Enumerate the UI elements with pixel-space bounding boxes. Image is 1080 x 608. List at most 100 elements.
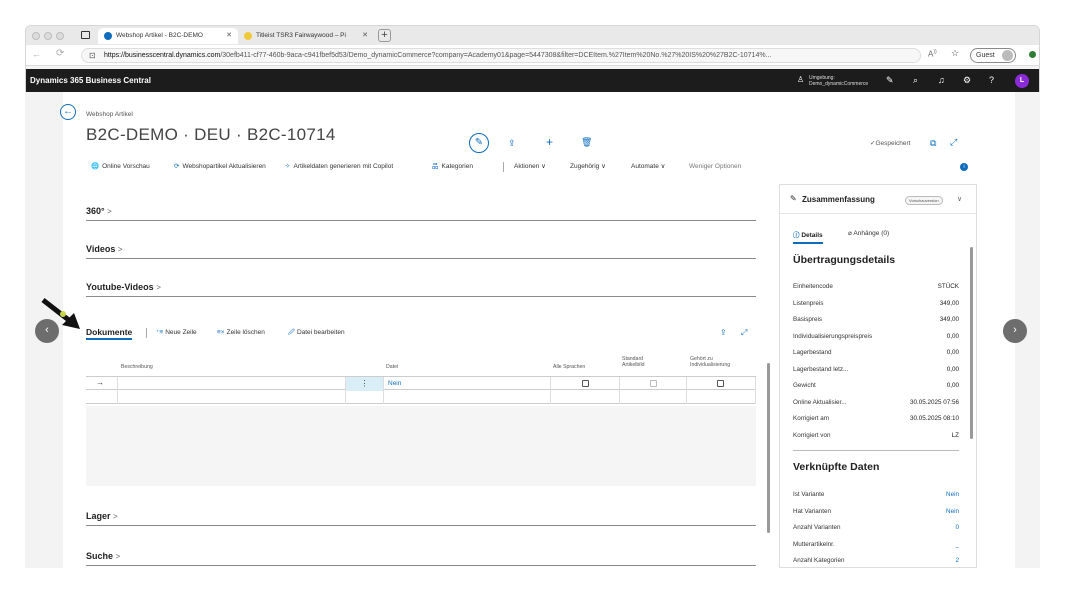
section-lager[interactable]: Lager > xyxy=(86,511,756,526)
back-arrow-icon[interactable]: ← xyxy=(32,49,41,59)
checkbox[interactable] xyxy=(717,380,724,387)
cell-beschreibung[interactable] xyxy=(117,390,345,404)
copilot-generate-button[interactable]: ✧ Artikeldaten generieren mit Copilot xyxy=(285,160,393,174)
read-aloud-icon[interactable]: A)) xyxy=(928,49,937,59)
field-value: 349,00 xyxy=(939,299,959,307)
app-title[interactable]: Dynamics 365 Business Central xyxy=(30,69,151,93)
new-plus-icon[interactable]: + xyxy=(546,135,553,149)
environment-info[interactable]: Umgebung: Demo_dynamicCommerce xyxy=(809,75,868,87)
table-row[interactable]: → ⋮ Nein xyxy=(86,376,756,391)
favorites-icon[interactable]: ☆ xyxy=(951,48,959,59)
collapse-icon[interactable]: ⤢ xyxy=(950,137,957,148)
shop-favicon-icon xyxy=(244,32,252,40)
factbox-header[interactable]: ✎ Zusammenfassung Vorschauversion ∨ xyxy=(780,185,976,214)
user-avatar[interactable]: L xyxy=(1015,74,1029,88)
field-value[interactable]: 0 xyxy=(955,523,959,533)
menu-aktionen[interactable]: Aktionen ∨ xyxy=(514,160,546,174)
col-standard-artikelbild[interactable]: Standard Artikelbild xyxy=(622,356,645,368)
copilot-icon[interactable]: ✎ xyxy=(886,75,894,86)
guest-profile-button[interactable]: Guest xyxy=(970,48,1016,63)
url-path: /30efb411-cf77-460b-9aca-c941fbef5d53/De… xyxy=(220,52,772,59)
window-minimize-button[interactable] xyxy=(44,32,52,40)
field-value: STÜCK xyxy=(937,283,959,290)
next-record-button[interactable]: › xyxy=(1003,319,1027,343)
info-icon[interactable]: i xyxy=(960,163,968,171)
main-scrollbar[interactable] xyxy=(767,363,770,533)
tab-close-icon[interactable]: ✕ xyxy=(226,28,232,44)
documents-title[interactable]: Dokumente xyxy=(86,326,133,340)
documents-toolbar: Dokumente ⁺≡ Neue Zeile ≡× Zeile löschen 🖉… xyxy=(86,326,756,340)
row-menu-dots-icon[interactable]: ⋮ xyxy=(345,377,383,391)
new-tab-button[interactable]: + xyxy=(378,29,391,42)
field-value: 349,00 xyxy=(939,316,959,323)
tab-attachments-label: Anhänge (0) xyxy=(853,230,890,237)
window-zoom-button[interactable] xyxy=(56,32,64,40)
menu-automate[interactable]: Automate ∨ xyxy=(631,160,665,174)
factbox-field: Einheitencode STÜCK xyxy=(793,282,959,292)
edit-file-button[interactable]: 🖉 Datei bearbeiten xyxy=(288,326,345,340)
cell-alle-sprachen[interactable] xyxy=(550,377,619,391)
categories-button[interactable]: 品 Kategorien xyxy=(432,160,473,174)
preview-badge: Vorschauversion xyxy=(905,196,943,205)
search-icon[interactable]: ⌕ xyxy=(913,75,918,86)
cell-beschreibung[interactable] xyxy=(117,377,345,391)
field-value[interactable]: Nein xyxy=(946,490,959,500)
chevron-down-icon[interactable]: ∨ xyxy=(957,195,962,203)
delete-trash-icon[interactable]: 🗑 xyxy=(581,137,592,148)
browser-tab-titleist[interactable]: Titleist TSR3 Fairwaywood – Pi ✕ xyxy=(238,28,374,44)
factbox-scrollbar[interactable] xyxy=(970,247,973,439)
reload-icon[interactable]: ⟳ xyxy=(56,48,64,59)
section-360-title: 360° xyxy=(86,206,105,216)
factbox-field: Lagerbestand 0,00 xyxy=(793,348,959,358)
sidebar-toggle-icon[interactable] xyxy=(81,31,90,39)
sparkle-icon: ✧ xyxy=(285,163,291,170)
cell-standard-artikelbild[interactable] xyxy=(619,390,686,404)
menu-zugehoerig[interactable]: Zugehörig ∨ xyxy=(570,160,606,174)
tab-attachments[interactable]: ⌀ Anhänge (0) xyxy=(848,229,889,237)
field-value[interactable]: _ xyxy=(955,540,959,550)
field-value[interactable]: 2 xyxy=(955,556,959,566)
tab-close-icon[interactable]: ✕ xyxy=(362,28,368,44)
update-webshop-item-button[interactable]: ⟳ Webshopartikel Aktualisieren xyxy=(174,160,266,174)
field-label: Basispreis xyxy=(793,316,823,323)
new-row-label: Neue Zeile xyxy=(165,329,197,336)
chevron-right-icon: > xyxy=(107,207,112,216)
delete-row-button[interactable]: ≡× Zeile löschen xyxy=(217,326,265,340)
cell-menu[interactable] xyxy=(345,390,383,404)
edit-pencil-button[interactable]: ✎ xyxy=(469,133,489,153)
help-icon[interactable]: ? xyxy=(989,75,994,85)
window-close-button[interactable] xyxy=(32,32,40,40)
cell-gehoert-zu[interactable] xyxy=(686,377,756,391)
fewer-options-button[interactable]: Weniger Optionen xyxy=(689,160,741,174)
cell-datei[interactable] xyxy=(383,390,550,404)
col-beschreibung[interactable]: Beschreibung xyxy=(121,364,153,370)
previous-record-button[interactable]: ‹ xyxy=(35,319,59,343)
cell-gehoert-zu[interactable] xyxy=(686,390,756,404)
share-icon[interactable]: ⇪ xyxy=(508,138,516,149)
url-field[interactable]: ⊡ https://businesscentral.dynamics.com/3… xyxy=(81,48,921,63)
tab-details[interactable]: ⓘ Details xyxy=(793,229,823,244)
online-preview-button[interactable]: 🌐 Online Vorschau xyxy=(91,160,150,174)
col-alle-sprachen[interactable]: Alle Sprachen xyxy=(553,364,585,370)
checkbox[interactable] xyxy=(582,380,589,387)
col-datei[interactable]: Datei xyxy=(386,364,398,370)
cell-datei[interactable]: Nein xyxy=(383,377,550,391)
section-suche[interactable]: Suche > xyxy=(86,551,756,566)
field-value[interactable]: Nein xyxy=(946,507,959,517)
back-button[interactable]: ← xyxy=(60,104,76,120)
settings-gear-icon[interactable]: ⚙ xyxy=(963,75,971,86)
table-row[interactable] xyxy=(86,390,756,404)
cell-alle-sprachen[interactable] xyxy=(550,390,619,404)
new-row-button[interactable]: ⁺≡ Neue Zeile xyxy=(156,326,197,340)
browser-tab-webshop[interactable]: Webshop Artikel - B2C-DEMO ✕ xyxy=(98,28,238,44)
cell-standard-artikelbild[interactable] xyxy=(619,377,686,391)
section-youtube-videos[interactable]: Youtube-Videos > xyxy=(86,282,756,297)
notifications-bell-icon[interactable]: ♫ xyxy=(938,75,945,85)
share-icon[interactable]: ⇪ xyxy=(720,326,727,340)
col-gehoert-zu[interactable]: Gehört zu Individualisierung xyxy=(690,356,730,368)
section-360[interactable]: 360° > xyxy=(86,206,756,221)
section-videos[interactable]: Videos > xyxy=(86,244,756,259)
field-value: 0,00 xyxy=(946,349,959,356)
open-new-window-icon[interactable]: ⧉ xyxy=(930,138,936,149)
expand-icon[interactable]: ⤢ xyxy=(741,326,747,340)
